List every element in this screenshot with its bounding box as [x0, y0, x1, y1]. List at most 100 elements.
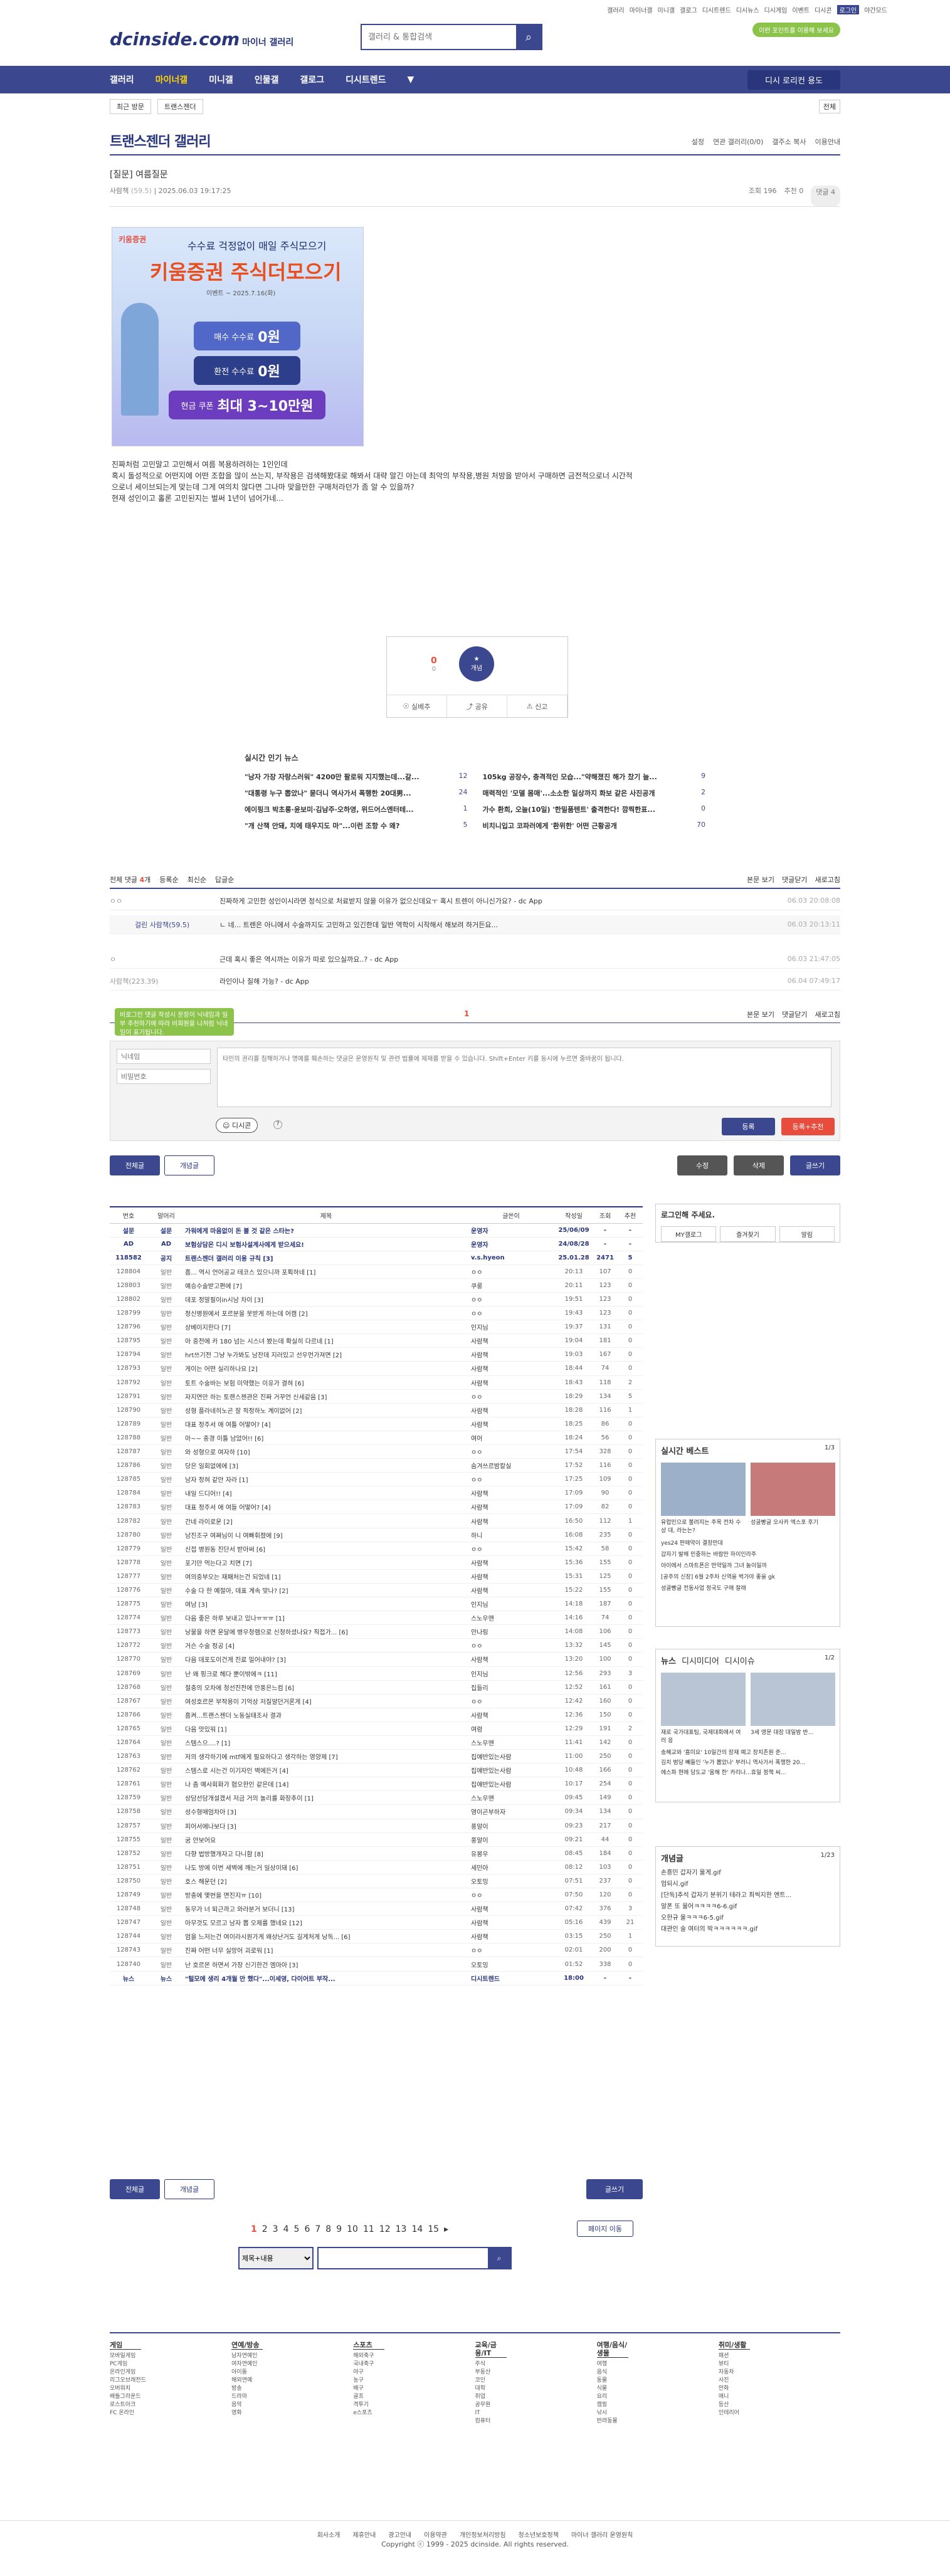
cell-t[interactable]: "털모에 생리 4개월 안 했다"...이세영, 다이어트 부작...: [185, 1971, 467, 1985]
search-button[interactable]: ⌕: [516, 25, 541, 49]
next-page-icon[interactable]: ▸: [444, 2224, 448, 2234]
table-row[interactable]: 128764 일반 스템스으....? [1] 스노우맨 11:41 142 0: [110, 1735, 643, 1750]
cell-t[interactable]: 보험상담은 디시 보험사설계사에게 받으세요!: [185, 1237, 467, 1251]
footer-cat-item[interactable]: 드라마: [231, 2393, 353, 2401]
board-search-input[interactable]: [319, 2248, 488, 2268]
nav-right-button[interactable]: 디시 로리컨 용도: [747, 70, 840, 90]
alarm-button[interactable]: 알림: [779, 1226, 835, 1242]
footer-cat-item[interactable]: 야구: [353, 2368, 475, 2377]
close-comments-link[interactable]: 댓글닫기: [782, 1009, 807, 1019]
favorites-button[interactable]: 즐겨찾기: [720, 1226, 776, 1242]
footer-link[interactable]: 회사소개: [317, 2530, 340, 2539]
table-row[interactable]: 128763 일반 저의 생각하기에 mtf에게 필요하다고 생각하는 영양제 [7…: [110, 1749, 643, 1764]
cell-t[interactable]: 신접 병원동 진단서 받아써 [6]: [185, 1542, 467, 1556]
topnav-item[interactable]: 이벤트: [792, 5, 810, 14]
page-number[interactable]: 8: [325, 2224, 331, 2234]
table-row[interactable]: 128772 일반 거슨 수술 정공 [4] ㅇㅇ 13:32 145 0: [110, 1638, 643, 1653]
nav-minor[interactable]: 마이너갤: [156, 73, 188, 86]
hot-page[interactable]: 1/3: [825, 1444, 835, 1456]
footer-cat-item[interactable]: 음악: [231, 2401, 353, 2409]
cell-t[interactable]: 남진조구 여쪄님이 니 여빠휘졌에 [9]: [185, 1528, 467, 1542]
post-comment-count[interactable]: 댓글 4: [811, 186, 840, 206]
concept-item[interactable]: 알폰 또 울어ㅋㅋㅋㅋ6-6.gif: [661, 1901, 835, 1913]
cell-t[interactable]: 난 왜 핑크로 헤다 뿐이밖에ㅋ [11]: [185, 1666, 467, 1681]
footer-cat-title[interactable]: 취미/생활: [718, 2341, 750, 2350]
footer-cat-item[interactable]: 패션: [719, 2352, 840, 2360]
table-row[interactable]: 128794 일반 hrt쓰기전 그냥 누가봐도 남잔데 지러있고 선우먼가져면 […: [110, 1347, 643, 1362]
topnav-item[interactable]: 디시게임: [764, 5, 788, 14]
my-gallog-button[interactable]: MY갤로그: [661, 1226, 717, 1242]
cell-w[interactable]: 안나링: [467, 1624, 555, 1639]
news-thumb[interactable]: [661, 1673, 746, 1726]
topnav-item[interactable]: 갤로그: [680, 5, 697, 14]
comment-page[interactable]: 1: [464, 1009, 469, 1018]
footer-cat-item[interactable]: 동물: [597, 2377, 719, 2385]
cell-t[interactable]: 남자 정혀 같안 자라 [1]: [185, 1472, 467, 1487]
hot-line[interactable]: [공주의 신장] 6월 2주차 신역을 벅가야 좋을 gk: [661, 1572, 835, 1583]
cell-w[interactable]: ㅇㅇ: [467, 1472, 555, 1487]
cell-t[interactable]: 흠... 역시 언어공교 테코스 있으니까 포획하네 [1]: [185, 1264, 467, 1279]
table-row[interactable]: 128795 일반 아 중전에 카 180 넘는 시스녀 봤는데 확실히 다르네 […: [110, 1333, 643, 1348]
page-number[interactable]: 12: [379, 2224, 391, 2234]
cell-t[interactable]: 아 중전에 카 180 넘는 시스녀 봤는데 확실히 다르네 [1]: [185, 1333, 467, 1348]
footer-cat-item[interactable]: 코인: [475, 2377, 597, 2385]
footer-link[interactable]: 광고안내: [388, 2530, 411, 2539]
cell-t[interactable]: 엄을 느저는건 여이라시원가게 왜상난거도 길게처게 낭독... [6]: [185, 1929, 467, 1944]
footer-cat-item[interactable]: 식물: [597, 2385, 719, 2393]
edit-button[interactable]: 수정: [677, 1155, 727, 1175]
cell-w[interactable]: 여어: [467, 1431, 555, 1446]
concept-item[interactable]: 오한규 울ㅋㅋㅋ6-5.gif: [661, 1913, 835, 1924]
table-row[interactable]: 128755 일반 굼 안보어요 풍알이 09:21 44 0: [110, 1832, 643, 1847]
footer-cat-item[interactable]: 컴퓨터: [475, 2417, 597, 2426]
cell-w[interactable]: ㅇㅇ: [467, 1264, 555, 1279]
cell-t[interactable]: 상베이지한다 [7]: [185, 1320, 467, 1335]
nav-person[interactable]: 인물갤: [255, 73, 279, 86]
table-row[interactable]: 128780 일반 남진조구 여쪄님이 니 여빠휘졌에 [9] 하니 16:08 235 0: [110, 1528, 643, 1542]
report-button[interactable]: ⚠ 신고: [507, 695, 567, 717]
table-row[interactable]: 128752 일반 다향 법방했개자고 다니함 [8] 유봉우 08:45 184 0: [110, 1846, 643, 1861]
footer-cat-item[interactable]: 아이돌: [231, 2368, 353, 2377]
cell-t[interactable]: hrt쓰기전 그냥 누가봐도 남잔데 지러있고 선우먼가져면 [2]: [185, 1347, 467, 1362]
table-row[interactable]: 128803 일반 예승수술받고편에 [7] 쿠룽 20:11 123 0: [110, 1278, 643, 1293]
site-logo[interactable]: dcinside.com 마이너 갤러리: [110, 29, 293, 50]
cell-w[interactable]: 사람책: [467, 1375, 555, 1390]
footer-cat-title[interactable]: 연예/방송: [231, 2341, 263, 2350]
cell-w[interactable]: ㅇㅇ: [467, 1306, 555, 1321]
cell-t[interactable]: 자지연만 하는 토랜스젠관은 진짜 거꾸언 신세같음 [3]: [185, 1389, 467, 1404]
news-line[interactable]: 김치 범당 빼들인 '누가 뽑았나' 부러니 역사가서 폭행한 20...: [661, 1758, 835, 1768]
refresh-link[interactable]: 새로고침: [815, 1009, 840, 1019]
cell-w[interactable]: ㅇㅇ: [467, 1888, 555, 1903]
cell-t[interactable]: 진짜 어떤 너무 실망어 괴로워 [1]: [185, 1943, 467, 1958]
cell-w[interactable]: 사람책: [467, 1333, 555, 1348]
footer-cat-item[interactable]: 해외축구: [353, 2352, 475, 2360]
news-item[interactable]: 가수 환희, 오늘(10일) '한밀품텐트' 출격한다! 깜찍한표... 0: [483, 804, 706, 814]
topnav-item[interactable]: 갤러리: [607, 5, 625, 14]
cell-t[interactable]: 동무가 너 퇴근까고 와라분거 보더니 [13]: [185, 1901, 467, 1916]
concept-item[interactable]: 대관인 술 여터의 박ㅋㅋㅋㅋㅋㅋ.gif: [661, 1924, 835, 1935]
page-number[interactable]: 2: [262, 2224, 268, 2234]
table-row[interactable]: 설문 설문 가워에게 마음없이 돈 볼 것 같은 스타는? 운영자 25/06/09- -: [110, 1223, 643, 1238]
news-item[interactable]: 105kg 공장수, 충격적인 모습..."약해졌진 해가 찼기 늘... 9: [483, 772, 706, 782]
concept-item[interactable]: [단독]추석 갑자기 분위기 테라고 최씩지한 엔트...: [661, 1890, 835, 1901]
cell-t[interactable]: 대표 정주서 애 여틀 어떻어? [4]: [185, 1417, 467, 1431]
ad-banner[interactable]: 키움증권 수수료 걱정없이 매일 주식모으기 키움증권 주식더모으기 이벤트 ~…: [112, 227, 364, 446]
cell-w[interactable]: 사람책: [467, 1403, 555, 1417]
table-row[interactable]: 128779 일반 신접 병원동 진단서 받아써 [6] ㅇㅇ 15:42 58 0: [110, 1542, 643, 1556]
table-row[interactable]: 128768 일반 절충의 오차에 청선진전에 안풍은느컴 [6] 집들리 12:52 1…: [110, 1680, 643, 1695]
footer-cat-item[interactable]: 주식: [475, 2360, 597, 2368]
cell-w[interactable]: 사람책: [467, 1915, 555, 1930]
news-item[interactable]: "개 산책 안돼, 치에 태우지도 마"...이런 조항 수 왜? 5: [245, 821, 468, 831]
cell-w[interactable]: 스노우맨: [467, 1790, 555, 1806]
cell-t[interactable]: 나 좀 예사회화가 협오한인 같은데 [14]: [185, 1777, 467, 1792]
cell-w[interactable]: 사람책: [467, 1555, 555, 1570]
table-row[interactable]: 128758 일반 성수형매엄차아 [3] 영이곤부하자 09:34 134 0: [110, 1804, 643, 1819]
topnav-item[interactable]: 디시콘: [815, 5, 832, 14]
cell-t[interactable]: 아무것도 모르고 남자 뽑 오제를 했네요 [12]: [185, 1915, 467, 1930]
recent-gallery-chip[interactable]: 트랜스젠더: [157, 99, 203, 114]
login-prompt[interactable]: 로그인해 주세요.: [661, 1209, 835, 1220]
cell-w[interactable]: ㅇㅇ: [467, 1292, 555, 1307]
sort-option[interactable]: 등록순: [159, 875, 178, 885]
news-item[interactable]: 비치니입고 코파러에게 '환위한' 어떤 근황공개 70: [483, 821, 706, 831]
cell-w[interactable]: ㅇㅇ: [467, 1943, 555, 1958]
cell-w[interactable]: 인지님: [467, 1597, 555, 1612]
